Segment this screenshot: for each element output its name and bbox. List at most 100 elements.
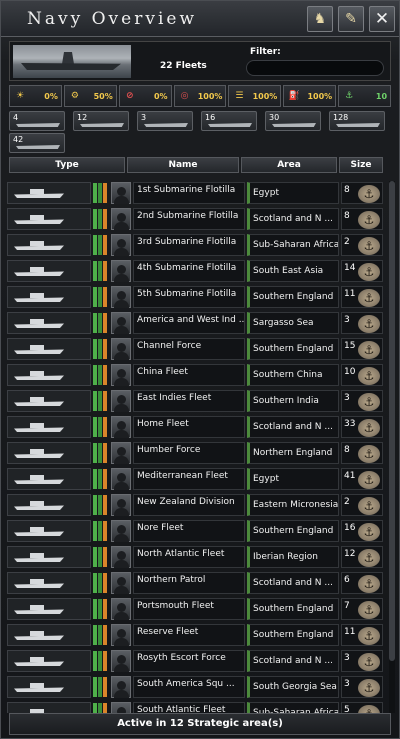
anchor-icon[interactable]: ⚓ — [358, 653, 380, 671]
anchor-icon[interactable]: ⚓ — [358, 627, 380, 645]
admiral-portrait[interactable] — [111, 208, 131, 230]
anchor-icon[interactable]: ⚓ — [358, 679, 380, 697]
admiral-portrait[interactable] — [111, 390, 131, 412]
admiral-portrait[interactable] — [111, 182, 131, 204]
fleet-row[interactable]: 5th Submarine Flotilla Southern England … — [7, 285, 387, 309]
fleet-type-cell[interactable] — [7, 182, 91, 204]
fleet-row[interactable]: Northern Patrol Scotland and N ... 6 ⚓ — [7, 571, 387, 595]
fleet-type-cell[interactable] — [7, 546, 91, 568]
admiral-portrait[interactable] — [111, 468, 131, 490]
type-filter-button[interactable]: 12 — [73, 111, 129, 131]
fleet-name[interactable]: Reserve Fleet — [133, 624, 245, 646]
admiral-portrait[interactable] — [111, 676, 131, 698]
type-filter-button[interactable]: 128 — [329, 111, 385, 131]
anchor-icon[interactable]: ⚓ — [358, 705, 380, 713]
fleet-name[interactable]: South Atlantic Fleet — [133, 702, 245, 713]
filter-input[interactable] — [246, 60, 384, 76]
fleet-name[interactable]: 1st Submarine Flotilla — [133, 182, 245, 204]
fleet-type-cell[interactable] — [7, 598, 91, 620]
fleet-type-cell[interactable] — [7, 442, 91, 464]
fleet-name[interactable]: America and West Ind ... — [133, 312, 245, 334]
fleet-type-cell[interactable] — [7, 364, 91, 386]
fleet-row[interactable]: America and West Ind ... Sargasso Sea 3 … — [7, 311, 387, 335]
anchor-icon[interactable]: ⚓ — [358, 341, 380, 359]
fleet-name[interactable]: 4th Submarine Flotilla — [133, 260, 245, 282]
fleet-row[interactable]: Mediterranean Fleet Egypt 41 ⚓ — [7, 467, 387, 491]
admiral-portrait[interactable] — [111, 338, 131, 360]
fleet-type-cell[interactable] — [7, 390, 91, 412]
fleet-row[interactable]: East Indies Fleet Southern India 3 ⚓ — [7, 389, 387, 413]
fleet-name[interactable]: Northern Patrol — [133, 572, 245, 594]
fleet-list-scrollbar[interactable] — [389, 181, 395, 713]
anchor-icon[interactable]: ⚓ — [358, 237, 380, 255]
fleet-type-cell[interactable] — [7, 572, 91, 594]
anchor-icon[interactable]: ⚓ — [358, 289, 380, 307]
column-type[interactable]: Type — [9, 157, 125, 173]
fleet-row[interactable]: 2nd Submarine Flotilla Scotland and N ..… — [7, 207, 387, 231]
fleet-type-cell[interactable] — [7, 520, 91, 542]
fleet-type-cell[interactable] — [7, 494, 91, 516]
admiral-portrait[interactable] — [111, 494, 131, 516]
anchor-icon[interactable]: ⚓ — [358, 471, 380, 489]
anchor-icon[interactable]: ⚓ — [358, 523, 380, 541]
fleet-name[interactable]: 5th Submarine Flotilla — [133, 286, 245, 308]
anchor-icon[interactable]: ⚓ — [358, 263, 380, 281]
admiral-portrait[interactable] — [111, 442, 131, 464]
fleet-row[interactable]: Rosyth Escort Force Scotland and N ... 3… — [7, 649, 387, 673]
fleet-row[interactable]: 4th Submarine Flotilla South East Asia 1… — [7, 259, 387, 283]
fleet-row[interactable]: Reserve Fleet Southern England 11 ⚓ — [7, 623, 387, 647]
anchor-icon[interactable]: ⚓ — [358, 549, 380, 567]
fleet-row[interactable]: 1st Submarine Flotilla Egypt 8 ⚓ — [7, 181, 387, 205]
fleet-type-cell[interactable] — [7, 650, 91, 672]
close-button[interactable]: ✕ — [369, 6, 395, 32]
admiral-portrait[interactable] — [111, 416, 131, 438]
admiral-portrait[interactable] — [111, 520, 131, 542]
fleet-row[interactable]: Humber Force Northern England 8 ⚓ — [7, 441, 387, 465]
fleet-name[interactable]: North Atlantic Fleet — [133, 546, 245, 568]
fleet-name[interactable]: Portsmouth Fleet — [133, 598, 245, 620]
fleet-type-cell[interactable] — [7, 208, 91, 230]
type-filter-button[interactable]: 30 — [265, 111, 321, 131]
fleet-type-cell[interactable] — [7, 702, 91, 713]
anchor-icon[interactable]: ⚓ — [358, 185, 380, 203]
anchor-icon[interactable]: ⚓ — [358, 367, 380, 385]
admiral-portrait[interactable] — [111, 234, 131, 256]
anchor-icon[interactable]: ⚓ — [358, 315, 380, 333]
fleet-name[interactable]: Humber Force — [133, 442, 245, 464]
anchor-icon[interactable]: ⚓ — [358, 393, 380, 411]
fleet-row[interactable]: South Atlantic Fleet Sub-Saharan Africa … — [7, 701, 387, 713]
fleet-row[interactable]: Portsmouth Fleet Southern England 7 ⚓ — [7, 597, 387, 621]
admiral-button[interactable]: ♞ — [307, 6, 333, 32]
admiral-portrait[interactable] — [111, 286, 131, 308]
admiral-portrait[interactable] — [111, 572, 131, 594]
anchor-icon[interactable]: ⚓ — [358, 419, 380, 437]
fleet-name[interactable]: Channel Force — [133, 338, 245, 360]
admiral-portrait[interactable] — [111, 364, 131, 386]
column-name[interactable]: Name — [127, 157, 239, 173]
fleet-type-cell[interactable] — [7, 234, 91, 256]
admiral-portrait[interactable] — [111, 702, 131, 713]
fleet-type-cell[interactable] — [7, 312, 91, 334]
fleet-row[interactable]: New Zealand Division Eastern Micronesia … — [7, 493, 387, 517]
fleet-name[interactable]: 3rd Submarine Flotilla — [133, 234, 245, 256]
admiral-portrait[interactable] — [111, 312, 131, 334]
anchor-icon[interactable]: ⚓ — [358, 497, 380, 515]
fleet-name[interactable]: 2nd Submarine Flotilla — [133, 208, 245, 230]
fleet-type-cell[interactable] — [7, 260, 91, 282]
fleet-type-cell[interactable] — [7, 338, 91, 360]
fleet-name[interactable]: East Indies Fleet — [133, 390, 245, 412]
fleet-row[interactable]: North Atlantic Fleet Iberian Region 12 ⚓ — [7, 545, 387, 569]
admiral-portrait[interactable] — [111, 260, 131, 282]
fleet-row[interactable]: Home Fleet Scotland and N ... 33 ⚓ — [7, 415, 387, 439]
fleet-name[interactable]: New Zealand Division — [133, 494, 245, 516]
anchor-icon[interactable]: ⚓ — [358, 575, 380, 593]
fleet-type-cell[interactable] — [7, 468, 91, 490]
fleet-type-cell[interactable] — [7, 286, 91, 308]
fleet-row[interactable]: China Fleet Southern China 10 ⚓ — [7, 363, 387, 387]
admiral-portrait[interactable] — [111, 624, 131, 646]
fleet-row[interactable]: Nore Fleet Southern England 16 ⚓ — [7, 519, 387, 543]
fleet-name[interactable]: Home Fleet — [133, 416, 245, 438]
type-filter-button[interactable]: 4 — [9, 111, 65, 131]
admiral-portrait[interactable] — [111, 650, 131, 672]
type-filter-button[interactable]: 42 — [9, 133, 65, 153]
